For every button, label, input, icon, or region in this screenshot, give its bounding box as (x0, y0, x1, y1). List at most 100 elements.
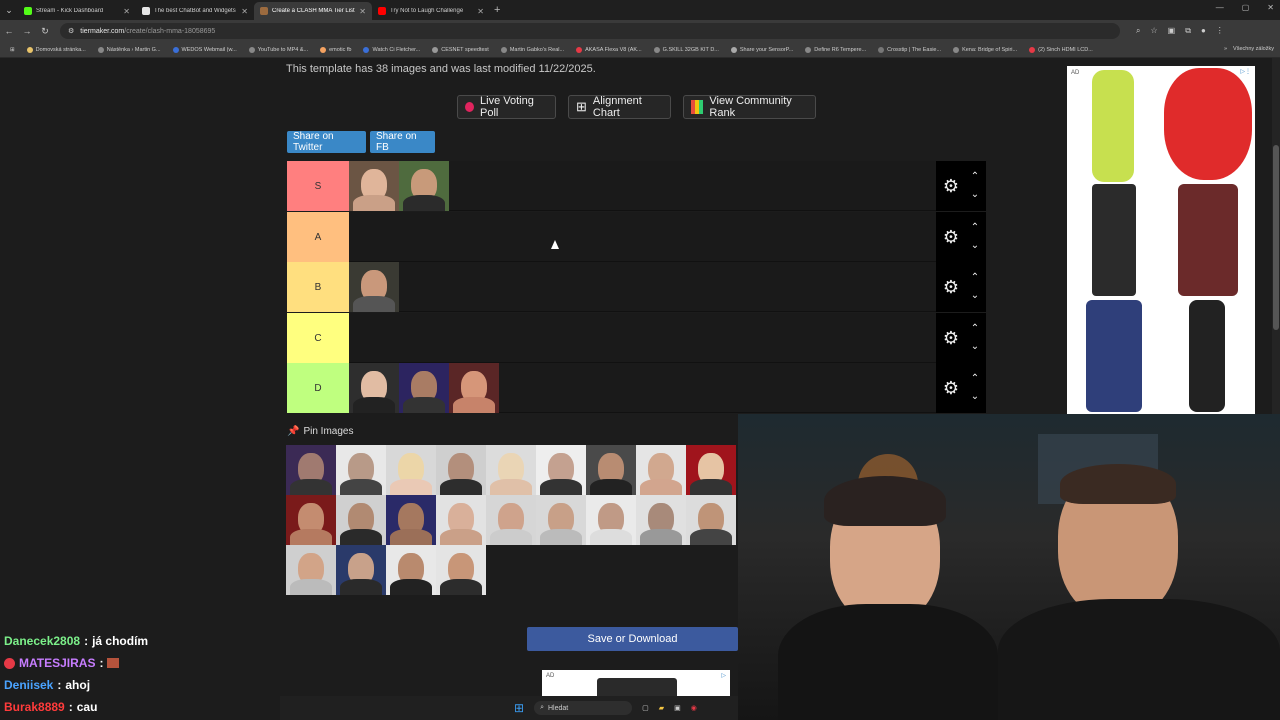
bookmark-item[interactable]: Nástěnka › Martin G... (92, 46, 167, 53)
url-field[interactable]: ⚙ tiermaker.com/create/clash-mma-18058695 (60, 23, 1120, 39)
bookmark-item[interactable]: WEDOS Webmail (w... (167, 46, 243, 53)
fighter-image[interactable] (436, 445, 486, 495)
save-download-button[interactable]: Save or Download (527, 627, 738, 651)
fighter-image[interactable] (586, 445, 636, 495)
minimize-icon[interactable]: — (1216, 3, 1224, 12)
ad-choices-icon[interactable]: ▷ (721, 672, 726, 679)
fighter-image[interactable] (636, 495, 686, 545)
tab-search-icon[interactable]: ⌄ (0, 5, 18, 16)
fighter-image[interactable] (386, 495, 436, 545)
scrollbar-thumb[interactable] (1273, 145, 1279, 330)
fighter-image[interactable] (386, 545, 436, 595)
fighter-image[interactable] (286, 445, 336, 495)
bookmark-item[interactable]: Share your SensorP... (725, 46, 799, 53)
pin-images-header[interactable]: 📌 Pin Images (287, 426, 353, 437)
share-twitter-button[interactable]: Share on Twitter (287, 131, 366, 153)
more-bookmarks-icon[interactable]: » (1224, 46, 1227, 52)
fighter-image[interactable] (449, 363, 499, 413)
task-view-icon[interactable]: ▢ (642, 704, 649, 712)
chevron-down-icon[interactable]: ⌄ (971, 186, 979, 204)
bookmark-item[interactable]: Define R6 Tempere... (799, 46, 872, 53)
fighter-image[interactable] (399, 161, 449, 211)
bookmark-item[interactable]: G.SKILL 32GB KIT D... (648, 46, 725, 53)
gear-icon[interactable]: ⚙ (938, 227, 964, 248)
tab-youtube[interactable]: Try Not to Laugh Challenge ✕ (372, 2, 490, 20)
close-tab-icon[interactable]: ✕ (477, 7, 484, 16)
tab-chatbot[interactable]: The best ChatBot and Widgets ✕ (136, 2, 254, 20)
fighter-image[interactable] (436, 545, 486, 595)
bookmark-item[interactable]: Martin Gabko's Real... (495, 46, 570, 53)
menu-icon[interactable]: ⋮ (1216, 26, 1224, 36)
bookmark-item[interactable]: Kena: Bridge of Spiri... (947, 46, 1023, 53)
close-tab-icon[interactable]: ✕ (359, 7, 366, 16)
chrome-icon[interactable]: ◉ (691, 704, 697, 712)
community-rank-button[interactable]: View Community Rank (683, 95, 816, 119)
chevron-down-icon[interactable]: ⌄ (971, 287, 979, 305)
fighter-image[interactable] (586, 495, 636, 545)
fighter-image[interactable] (336, 445, 386, 495)
new-tab-button[interactable]: + (494, 4, 500, 16)
live-voting-button[interactable]: Live Voting Poll (457, 95, 556, 119)
file-explorer-icon[interactable]: ▰ (659, 704, 664, 712)
forward-icon[interactable]: → (18, 26, 36, 36)
fighter-image[interactable] (486, 445, 536, 495)
reload-icon[interactable]: ↻ (36, 26, 54, 37)
fighter-image[interactable] (536, 445, 586, 495)
bookmark-item[interactable]: emotic fb (314, 46, 357, 53)
chevron-down-icon[interactable]: ⌄ (971, 388, 979, 406)
tier-label[interactable]: B (287, 262, 349, 312)
taskbar-search[interactable]: ⌕ Hledat (534, 701, 633, 715)
bookmark-star-icon[interactable]: ☆ (1150, 26, 1157, 36)
zoom-icon[interactable]: ⌕ (1136, 26, 1140, 36)
extensions-puzzle-icon[interactable]: ⧉ (1185, 26, 1191, 36)
profile-icon[interactable]: ● (1201, 26, 1206, 36)
gear-icon[interactable]: ⚙ (938, 378, 964, 399)
fighter-image[interactable] (436, 495, 486, 545)
fighter-image[interactable] (336, 545, 386, 595)
fighter-image[interactable] (349, 363, 399, 413)
bookmark-item[interactable]: CESNET speedtest (426, 46, 495, 53)
fighter-image[interactable] (286, 545, 336, 595)
bookmark-item[interactable]: Crosstip | The Easie... (872, 46, 947, 53)
all-bookmarks[interactable]: Všechny záložky (1233, 46, 1274, 52)
fighter-image[interactable] (349, 161, 399, 211)
fighter-image[interactable] (399, 363, 449, 413)
maximize-icon[interactable]: ▢ (1242, 3, 1250, 12)
extension-icon[interactable]: ▣ (1168, 26, 1176, 36)
alignment-chart-button[interactable]: ⊞ Alignment Chart (568, 95, 671, 119)
share-fb-button[interactable]: Share on FB (370, 131, 435, 153)
fighter-image[interactable] (386, 445, 436, 495)
close-tab-icon[interactable]: ✕ (123, 7, 130, 16)
tier-label[interactable]: C (287, 313, 349, 363)
chevron-up-icon[interactable]: ⌃ (971, 168, 979, 186)
site-info-icon[interactable]: ⚙ (68, 27, 74, 35)
close-window-icon[interactable]: ✕ (1267, 3, 1274, 12)
bookmark-item[interactable]: (2) Sinch HDMI LCD... (1023, 46, 1099, 53)
chevron-up-icon[interactable]: ⌃ (971, 269, 979, 287)
chevron-up-icon[interactable]: ⌃ (971, 370, 979, 388)
tab-tiermaker[interactable]: Create a CLASH MMA Tier List ✕ (254, 2, 372, 20)
chevron-down-icon[interactable]: ⌄ (971, 237, 979, 255)
gear-icon[interactable]: ⚙ (938, 176, 964, 197)
ad-choices-icon[interactable]: ▷⋮ (1240, 68, 1251, 75)
fighter-image[interactable] (286, 495, 336, 545)
apps-icon[interactable]: ⊞ (4, 47, 21, 53)
gear-icon[interactable]: ⚙ (938, 328, 964, 349)
fighter-image[interactable] (336, 495, 386, 545)
gear-icon[interactable]: ⚙ (938, 277, 964, 298)
tier-label[interactable]: A (287, 212, 349, 262)
fighter-image[interactable] (686, 445, 736, 495)
bookmark-item[interactable]: YouTube to MP4 &... (243, 46, 314, 53)
ad-banner-right[interactable]: AD ▷⋮ (1067, 66, 1255, 414)
fighter-image[interactable] (686, 495, 736, 545)
store-icon[interactable]: ▣ (674, 704, 681, 712)
tab-kick-dashboard[interactable]: Stream - Kick Dashboard ✕ (18, 2, 136, 20)
chevron-up-icon[interactable]: ⌃ (971, 219, 979, 237)
back-icon[interactable]: ← (0, 26, 18, 36)
windows-start-icon[interactable]: ⊞ (514, 701, 524, 715)
chevron-up-icon[interactable]: ⌃ (971, 320, 979, 338)
fighter-image[interactable] (636, 445, 686, 495)
fighter-image[interactable] (349, 262, 399, 312)
bookmark-item[interactable]: AKASA Flexa V8 (AK... (570, 46, 648, 53)
chevron-down-icon[interactable]: ⌄ (971, 338, 979, 356)
